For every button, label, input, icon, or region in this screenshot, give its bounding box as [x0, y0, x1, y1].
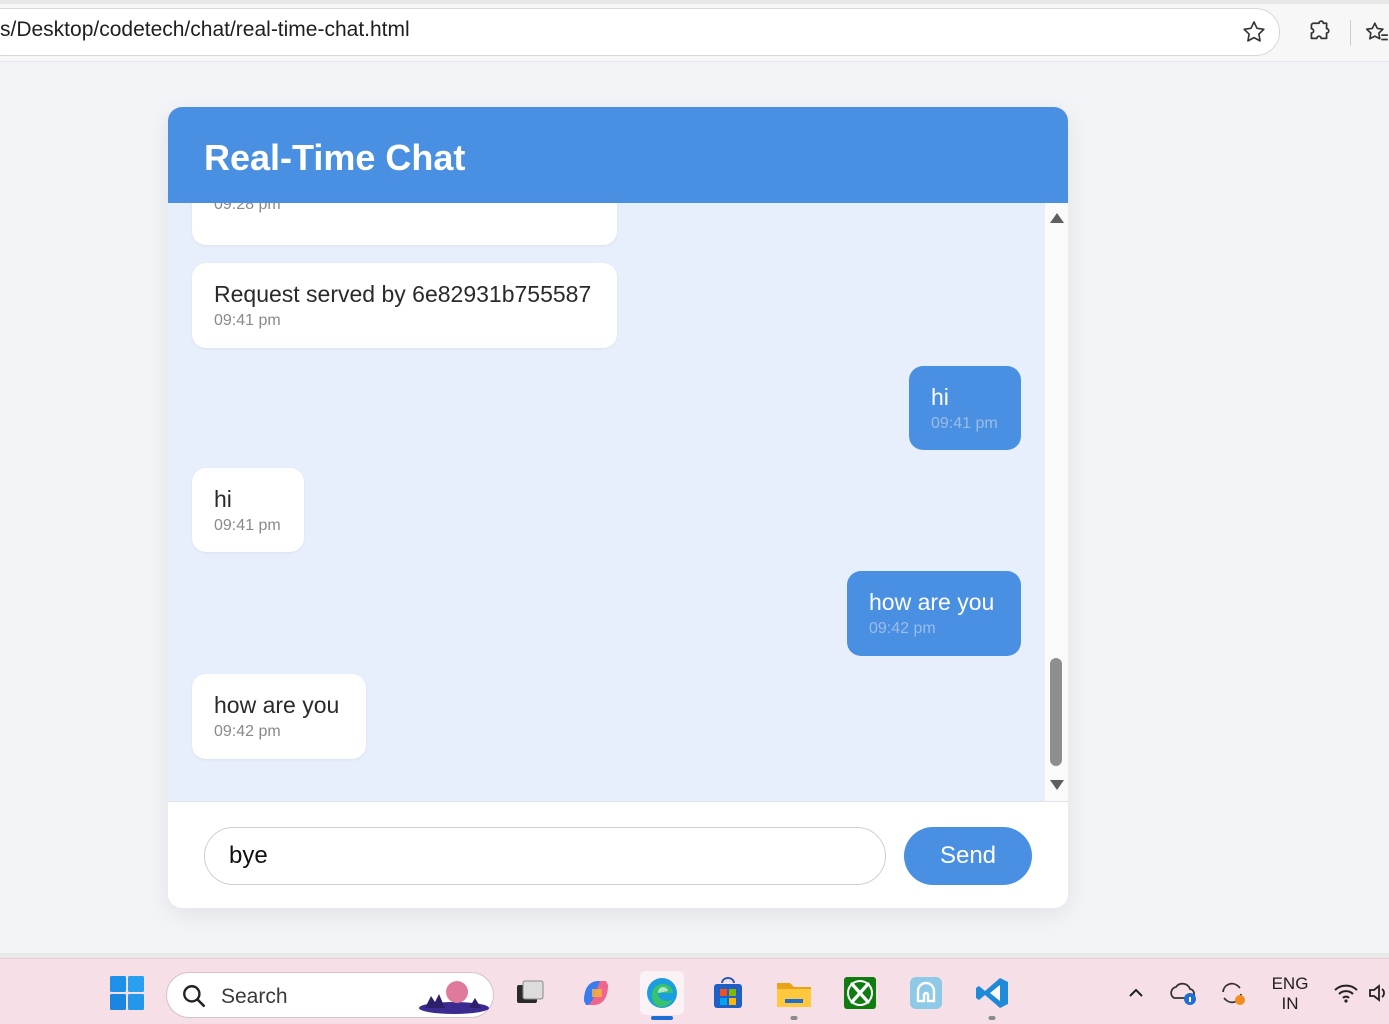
scroll-down-arrow-icon[interactable]	[1050, 780, 1064, 790]
search-label: Search	[221, 985, 288, 1008]
message-incoming: Request served by 6e82931b755587 09:41 p…	[192, 263, 617, 348]
chat-title: Real-Time Chat	[204, 137, 466, 178]
message-text: how are you	[214, 692, 340, 718]
volume-icon[interactable]	[1366, 971, 1389, 1015]
message-text: hi	[931, 384, 949, 410]
start-icon[interactable]	[105, 971, 149, 1015]
onedrive-icon[interactable]	[1163, 971, 1203, 1015]
chevron-up-icon[interactable]	[1116, 971, 1156, 1015]
message-time: 09:41 pm	[214, 312, 281, 329]
app-icon[interactable]	[904, 971, 948, 1015]
message-text: Request served by 6e82931b755587	[214, 281, 592, 307]
message-time: 09:42 pm	[869, 620, 936, 637]
running-app-indicator	[988, 1016, 996, 1020]
taskbar-search-box[interactable]: Search	[166, 972, 494, 1018]
message-input[interactable]	[204, 827, 886, 885]
wifi-icon[interactable]	[1330, 971, 1362, 1015]
running-app-indicator	[790, 1016, 798, 1020]
message-time: 09:28 pm	[214, 203, 281, 213]
message-incoming: 09:28 pm	[192, 203, 617, 245]
vscode-icon[interactable]	[970, 971, 1014, 1020]
chat-header: Real-Time Chat	[168, 107, 1068, 203]
language-region: IN	[1281, 994, 1299, 1013]
tab-strip	[0, 0, 1389, 4]
message-incoming: hi 09:41 pm	[192, 468, 304, 552]
scrollbar-thumb[interactable]	[1050, 658, 1062, 766]
file-explorer-icon[interactable]	[772, 971, 816, 1020]
task-view-icon[interactable]	[508, 971, 552, 1015]
url-text[interactable]: s/Desktop/codetech/chat/real-time-chat.h…	[0, 18, 410, 42]
scrollbar[interactable]	[1045, 203, 1068, 801]
message-time: 09:41 pm	[931, 415, 998, 432]
browser-toolbar: s/Desktop/codetech/chat/real-time-chat.h…	[0, 0, 1389, 62]
active-app-indicator	[651, 1016, 673, 1020]
xbox-icon[interactable]	[838, 971, 882, 1015]
toolbar-divider	[1350, 20, 1351, 46]
copilot-icon[interactable]	[574, 971, 618, 1015]
chat-window: Real-Time Chat 09:28 pm Request served b…	[168, 107, 1068, 908]
scroll-up-arrow-icon[interactable]	[1050, 213, 1064, 223]
sync-icon[interactable]	[1212, 971, 1252, 1015]
taskbar: Search ENG IN	[0, 958, 1389, 1024]
search-icon	[183, 985, 206, 1008]
language-code: ENG	[1271, 974, 1309, 993]
star-icon[interactable]	[1238, 16, 1270, 48]
store-icon[interactable]	[706, 971, 750, 1015]
extensions-icon[interactable]	[1302, 16, 1336, 50]
message-time: 09:41 pm	[214, 517, 281, 534]
edge-icon[interactable]	[640, 971, 684, 1020]
message-composer: Send	[168, 801, 1068, 908]
message-list[interactable]: 09:28 pm Request served by 6e82931b75558…	[168, 203, 1045, 801]
message-time: 09:42 pm	[214, 723, 281, 740]
send-button[interactable]: Send	[904, 827, 1032, 885]
message-outgoing: hi 09:41 pm	[909, 366, 1021, 450]
language-indicator[interactable]: ENG IN	[1264, 974, 1316, 1014]
search-highlight-icon	[419, 981, 489, 1014]
message-outgoing: how are you 09:42 pm	[847, 571, 1021, 656]
message-text: hi	[214, 486, 232, 512]
message-incoming: how are you 09:42 pm	[192, 674, 366, 759]
favorites-icon[interactable]	[1360, 16, 1389, 50]
message-text: how are you	[869, 589, 995, 615]
